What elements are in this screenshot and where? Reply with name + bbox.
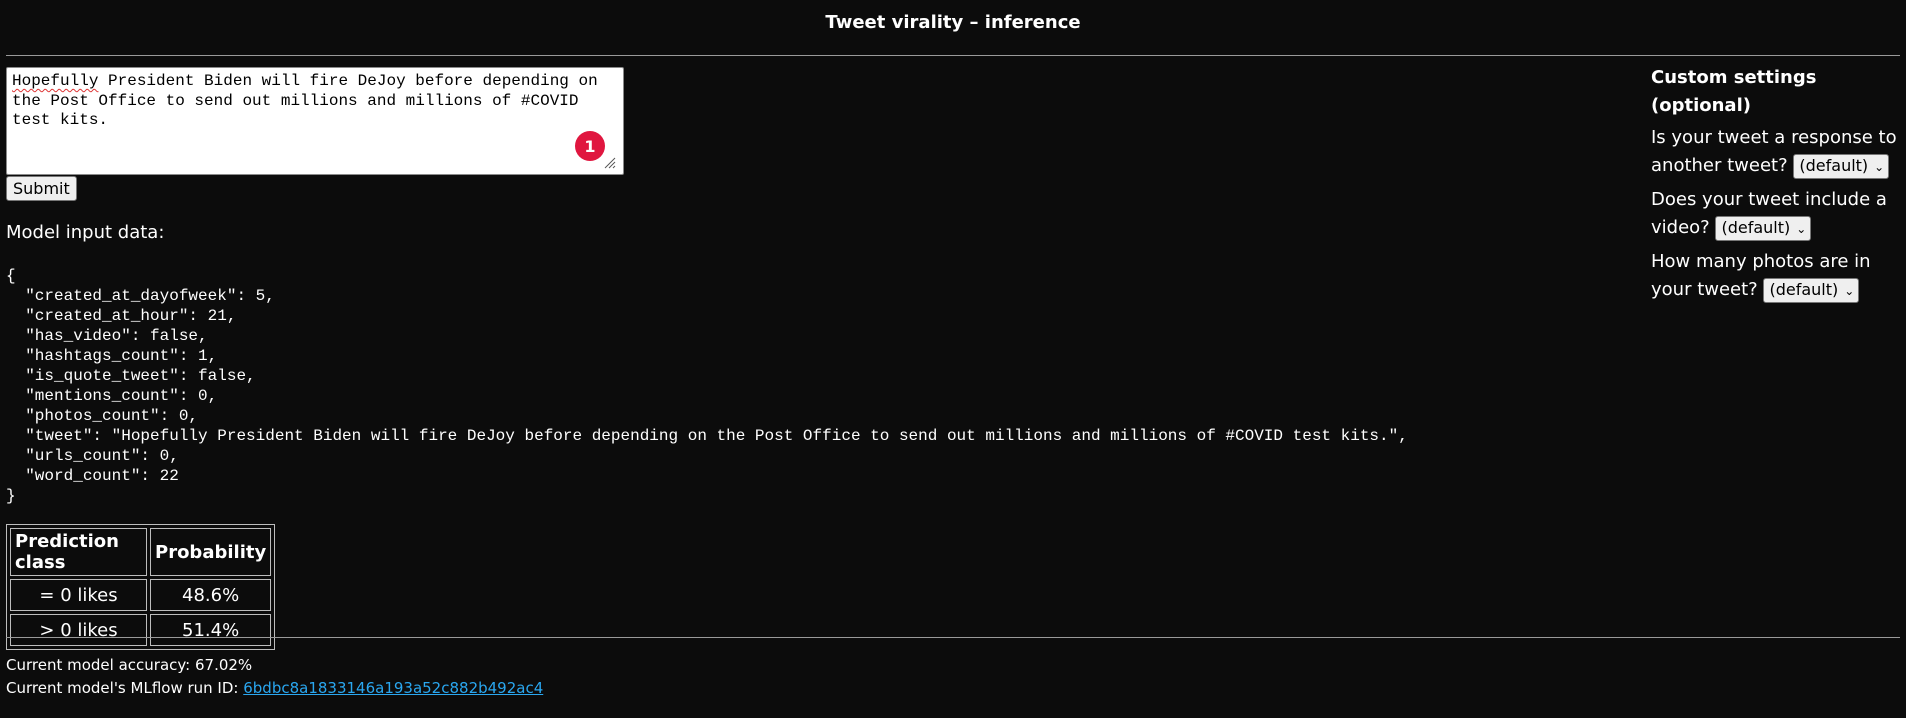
table-cell-probability: 48.6% — [150, 579, 272, 611]
table-row: = 0 likes 48.6% — [10, 579, 272, 611]
mlflow-run-line: Current model's MLflow run ID: 6bdbc8a18… — [6, 678, 543, 698]
table-header-row: Prediction class Probability — [10, 528, 272, 576]
submit-button[interactable]: Submit — [6, 176, 77, 201]
prediction-table: Prediction class Probability = 0 likes 4… — [6, 524, 276, 650]
setting-video: Does your tweet include a video? (defaul… — [1651, 186, 1903, 242]
tweet-text-rest: President Biden will fire DeJoy before d… — [12, 72, 598, 129]
page: Tweet virality – inference Hopefully Pre… — [0, 0, 1906, 718]
model-input-label: Model input data: — [6, 222, 165, 243]
table-row: > 0 likes 51.4% — [10, 614, 272, 646]
photos-select-value: (default) — [1769, 279, 1839, 299]
table-header-probability: Probability — [150, 528, 272, 576]
chevron-down-icon: ⌄ — [1874, 159, 1885, 174]
setting-response: Is your tweet a response to another twee… — [1651, 124, 1903, 180]
video-select-value: (default) — [1721, 217, 1791, 237]
table-header-class: Prediction class — [10, 528, 147, 576]
resize-handle-icon[interactable] — [602, 155, 616, 169]
mlflow-run-label: Current model's MLflow run ID: — [6, 679, 244, 697]
custom-settings-panel: Custom settings (optional) Is your tweet… — [1651, 64, 1903, 310]
chevron-down-icon: ⌄ — [1844, 283, 1855, 298]
setting-photos: How many photos are in your tweet? (defa… — [1651, 248, 1903, 304]
chevron-down-icon: ⌄ — [1796, 221, 1807, 236]
model-input-json: { "created_at_dayofweek": 5, "created_at… — [6, 267, 1408, 505]
table-cell-class: = 0 likes — [10, 579, 147, 611]
model-accuracy: Current model accuracy: 67.02% — [6, 656, 253, 674]
photos-select[interactable]: (default) ⌄ — [1763, 277, 1860, 303]
page-title: Tweet virality – inference — [825, 12, 1081, 33]
settings-heading: Custom settings (optional) — [1651, 67, 1817, 116]
tweet-text-first-word: Hopefully — [12, 72, 99, 90]
top-divider — [6, 55, 1900, 56]
table-cell-class: > 0 likes — [10, 614, 147, 646]
bottom-divider — [6, 637, 1900, 638]
grammar-badge[interactable]: 1 — [575, 131, 605, 161]
mlflow-run-link[interactable]: 6bdbc8a1833146a193a52c882b492ac4 — [243, 679, 543, 697]
response-select[interactable]: (default) ⌄ — [1793, 153, 1890, 179]
table-cell-probability: 51.4% — [150, 614, 272, 646]
video-select[interactable]: (default) ⌄ — [1715, 215, 1812, 241]
tweet-textarea[interactable]: Hopefully President Biden will fire DeJo… — [6, 67, 624, 175]
response-select-value: (default) — [1799, 155, 1869, 175]
